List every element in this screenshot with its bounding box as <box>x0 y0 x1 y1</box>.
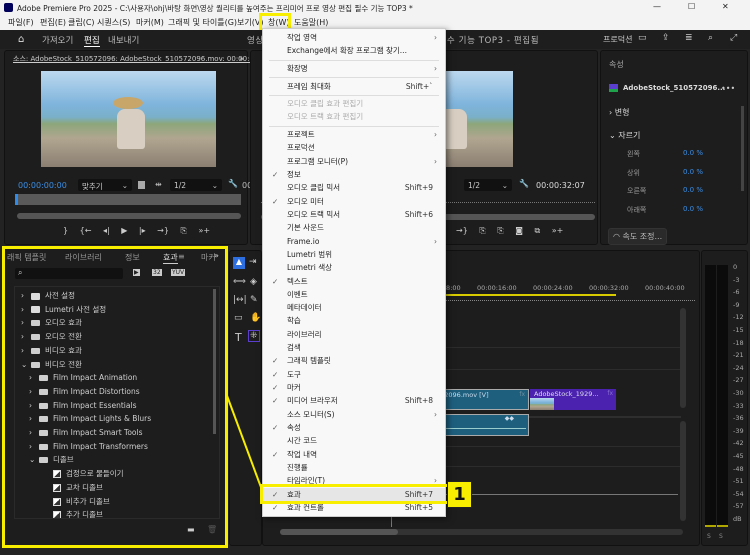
window-menu-item[interactable]: 프레임 최대화 Shift+` <box>263 80 445 93</box>
menu-item-label: Exchange에서 확장 프로그램 찾기... <box>287 46 407 56</box>
window-menu-item[interactable]: Lumetri 색상 <box>263 261 445 274</box>
menu-item-label: 메타데이터 <box>287 303 322 313</box>
window-menu-item[interactable]: 이벤트 <box>263 288 445 301</box>
window-menu-item[interactable]: 오디오 클립 믹서 Shift+9 <box>263 181 445 194</box>
menu-item-label: 진행률 <box>287 462 308 472</box>
menu-item-label: 마커 <box>287 383 301 392</box>
menu-item-label: 기본 사운드 <box>287 223 324 233</box>
menu-item-shortcut: Shift+6 <box>404 209 433 219</box>
checkmark-icon: ✓ <box>272 356 279 366</box>
window-menu-item[interactable]: 라이브러리 <box>263 328 445 341</box>
menu-item-label: 오디오 클립 믹서 <box>287 183 341 193</box>
menu-item-label: 학습 <box>287 316 301 326</box>
window-menu-item[interactable]: 오디오 클립 효과 편집기 <box>263 97 445 110</box>
menu-item-label: 그래픽 템플릿 <box>287 356 331 366</box>
window-menu-item[interactable]: Frame.io › <box>263 235 445 248</box>
window-menu-item[interactable]: 프로그램 모니터(P) › <box>263 155 445 168</box>
menu-item-label: 이벤트 <box>287 289 308 299</box>
menu-item-label: Lumetri 범위 <box>287 249 333 259</box>
submenu-arrow-icon: › <box>434 130 437 140</box>
window-menu-item[interactable]: 오디오 트랙 효과 편집기 <box>263 110 445 123</box>
menu-item-label: 오디오 트랙 믹서 <box>287 209 341 219</box>
menu-item-label: 효과 컨트롤 <box>287 502 324 512</box>
menu-item-label: Lumetri 색상 <box>287 263 333 273</box>
window-menu-item[interactable]: 진행률 <box>263 461 445 474</box>
window-menu-item[interactable]: 오디오 트랙 믹서 Shift+6 <box>263 208 445 221</box>
menu-item-label: 정보 <box>287 170 301 179</box>
submenu-arrow-icon: › <box>434 33 437 42</box>
menu-item-label: 오디오 클립 효과 편집기 <box>287 99 364 109</box>
menu-item-label: 프로젝트 <box>287 130 315 140</box>
menu-item-label: 검색 <box>287 343 301 353</box>
menu-item-label: 프로그램 모니터(P) <box>287 156 349 166</box>
window-menu-item[interactable]: 소스 모니터(S) › <box>263 408 445 421</box>
checkmark-icon: ✓ <box>272 396 279 406</box>
window-menu-item[interactable]: 확장명 › <box>263 62 445 75</box>
menu-item-label: 라이브러리 <box>287 329 322 339</box>
callout-number: 1 <box>453 484 466 505</box>
menu-item-label: 확장명 <box>287 63 308 73</box>
menu-item-label: 프레임 최대화 <box>287 81 331 91</box>
window-menu-item[interactable]: 프로젝트 › <box>263 128 445 141</box>
menu-item-shortcut: Shift+8 <box>404 396 433 406</box>
checkmark-icon: ✓ <box>272 369 279 379</box>
menu-item-label: 미디어 브라우저 <box>287 396 338 406</box>
window-menu-item[interactable]: ✓ 작업 내역 <box>263 448 445 461</box>
effects-menu-item-highlight-box <box>260 484 450 504</box>
window-menu-item[interactable]: 학습 <box>263 314 445 327</box>
checkmark-icon: ✓ <box>272 449 279 459</box>
menu-item-label: 오디오 트랙 효과 편집기 <box>287 112 364 122</box>
window-menu-item[interactable]: ✓ 오디오 미터 <box>263 195 445 208</box>
checkmark-icon: ✓ <box>272 170 279 179</box>
menu-item-label: 도구 <box>287 369 301 379</box>
menu-item-label: 작업 내역 <box>287 449 317 459</box>
window-menu-item[interactable]: 작업 영역 › <box>263 31 445 44</box>
checkmark-icon: ✓ <box>272 196 279 206</box>
menu-item-label: 텍스트 <box>287 276 308 286</box>
menu-item-shortcut: Shift+9 <box>404 183 433 193</box>
window-menu-item[interactable]: 메타데이터 <box>263 301 445 314</box>
window-menu-item[interactable]: Exchange에서 확장 프로그램 찾기... <box>263 44 445 57</box>
menu-item-shortcut: Shift+` <box>405 81 433 91</box>
window-menu-item[interactable]: ✓ 도구 <box>263 368 445 381</box>
window-menu-item[interactable]: Lumetri 범위 <box>263 248 445 261</box>
window-menu-dropdown: 작업 영역 › Exchange에서 확장 프로그램 찾기... 확장명 › 프레임 최대… <box>262 28 446 517</box>
window-menu-item[interactable]: ✓ 텍스트 <box>263 275 445 288</box>
window-menu-item[interactable]: 기본 사운드 <box>263 221 445 234</box>
callout-number-badge: 1 <box>447 481 472 508</box>
window-menu-item[interactable]: ✓ 속성 <box>263 421 445 434</box>
submenu-arrow-icon: › <box>434 409 437 419</box>
checkmark-icon: ✓ <box>272 422 279 432</box>
window-menu-item[interactable]: ✓ 정보 <box>263 168 445 181</box>
window-menu-item[interactable]: 시간 코드 <box>263 434 445 447</box>
menu-item-label: 오디오 미터 <box>287 196 324 206</box>
menu-item-label: Frame.io <box>287 236 320 246</box>
menu-item-label: 소스 모니터(S) <box>287 409 335 419</box>
checkmark-icon: ✓ <box>272 276 279 286</box>
window-menu-item[interactable]: 프로덕션 <box>263 141 445 154</box>
menu-item-label: 프로덕션 <box>287 143 315 153</box>
menu-item-label: 속성 <box>287 422 301 432</box>
window-menu-item[interactable]: ✓ 마커 <box>263 381 445 394</box>
checkmark-icon: ✓ <box>272 383 279 392</box>
menu-item-label: 시간 코드 <box>287 436 317 446</box>
window-menu-item[interactable]: ✓ 미디어 브라우저 Shift+8 <box>263 394 445 407</box>
submenu-arrow-icon: › <box>434 156 437 166</box>
window-menu-item[interactable]: ✓ 그래픽 템플릿 <box>263 354 445 367</box>
submenu-arrow-icon: › <box>434 236 437 246</box>
menu-item-label: 작업 영역 <box>287 33 317 42</box>
window-menu-item[interactable]: 검색 <box>263 341 445 354</box>
submenu-arrow-icon: › <box>434 63 437 73</box>
